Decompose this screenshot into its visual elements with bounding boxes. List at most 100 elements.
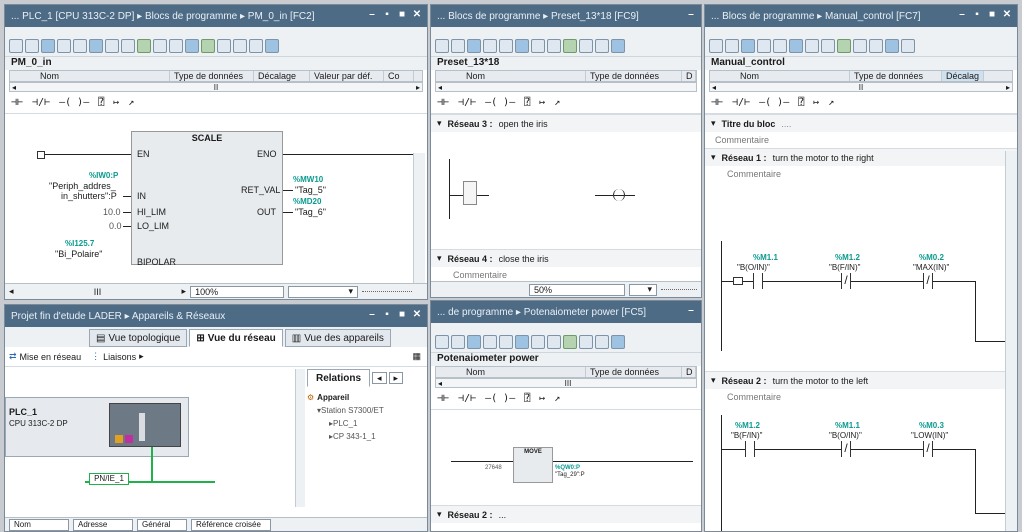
collapse-icon[interactable]: ▾ [437, 118, 442, 129]
prev-icon[interactable]: ◂ [372, 372, 387, 384]
toolbar-icon[interactable] [595, 335, 609, 349]
toolbar-icon[interactable] [467, 39, 481, 53]
scroll-left-icon[interactable]: ◂ [712, 83, 716, 92]
network-3-header[interactable]: ▾ Réseau 3 : open the iris [431, 114, 701, 132]
minimize-icon[interactable]: – [685, 304, 697, 316]
toolbar-icon[interactable] [805, 39, 819, 53]
toolbar-icon[interactable] [869, 39, 883, 53]
toolbar-icon[interactable] [901, 39, 915, 53]
scroll-left-icon[interactable]: ◂ [12, 83, 16, 92]
toolbar-icon[interactable] [579, 335, 593, 349]
n2-contact2[interactable]: / [841, 441, 851, 457]
col-nom[interactable]: Nom [436, 367, 586, 377]
box-icon[interactable]: ⍰ [524, 393, 530, 404]
subnet-label[interactable]: PN/IE_1 [89, 473, 129, 485]
block-title-placeholder[interactable]: .... [781, 119, 791, 129]
toolbar-icon[interactable] [531, 335, 545, 349]
no-contact-icon[interactable]: ⊣⊢ [437, 97, 449, 108]
network-2-header[interactable]: ▾ Réseau 2 : turn the motor to the left [705, 371, 1017, 389]
col-type[interactable]: Type de données [586, 367, 682, 377]
block-title-header[interactable]: ▾ Titre du bloc .... [705, 114, 1017, 132]
toolbar-icon[interactable] [789, 39, 803, 53]
col-nom-footer[interactable]: Nom [9, 518, 69, 531]
close-branch-icon[interactable]: ↗ [128, 97, 134, 108]
nc-contact-icon[interactable]: ⊣/⊢ [32, 97, 50, 108]
nc-contact-icon[interactable]: ⊣/⊢ [732, 97, 750, 108]
n1-contact3[interactable]: / [923, 273, 933, 289]
nc-contact-icon[interactable]: ⊣/⊢ [458, 393, 476, 404]
toolbar-icon[interactable] [611, 335, 625, 349]
maximize-icon[interactable]: ■ [396, 308, 408, 320]
scroll-right-icon[interactable]: ▸ [416, 83, 420, 92]
interface-scrollbar[interactable]: ◂ II ▸ [709, 82, 1013, 92]
col-type[interactable]: Type de données [586, 71, 682, 81]
tree-cp[interactable]: ▸ CP 343-1_1 [307, 430, 425, 443]
toolbar-icon[interactable] [725, 39, 739, 53]
minimize-icon[interactable]: – [956, 8, 968, 20]
zoom-dropdown[interactable]: ▾ [288, 285, 359, 298]
zoom-field[interactable]: 100% [190, 285, 285, 298]
toolbar-icon[interactable] [547, 335, 561, 349]
no-contact-icon[interactable]: ⊣⊢ [437, 393, 449, 404]
toolbar-icon[interactable] [435, 335, 449, 349]
n1-contact2[interactable]: / [841, 273, 851, 289]
window-titlebar[interactable]: ... PLC_1 [CPU 313C-2 DP] ▸ Blocs de pro… [5, 5, 427, 27]
block-comment[interactable]: Commentaire [705, 132, 1017, 148]
col-type[interactable]: Type de données [850, 71, 942, 81]
toolbar-icon[interactable] [741, 39, 755, 53]
toolbar-icon[interactable] [169, 39, 183, 53]
move-diagram[interactable]: MOVE 27648 %QW0:P "Tag_29":P [431, 439, 701, 499]
box-icon[interactable]: ⍰ [98, 97, 104, 108]
coil-icon[interactable]: –( )– [485, 393, 515, 404]
scroll-right-icon[interactable]: ▸ [1006, 83, 1010, 92]
no-contact-icon[interactable]: ⊣⊢ [711, 97, 723, 108]
zoom-slider[interactable] [362, 291, 413, 292]
toolbar-icon[interactable] [153, 39, 167, 53]
toolbar-icon[interactable] [611, 39, 625, 53]
col-nom[interactable]: Nom [710, 71, 850, 81]
network-2-diagram[interactable]: %M1.2 "B(F/IN)" %M1.1 "B(O/IN)" %M0.3 "L… [705, 409, 1005, 531]
interface-scrollbar[interactable]: ◂ [435, 82, 697, 92]
coil-icon[interactable]: –( )– [485, 97, 515, 108]
toolbar-icon[interactable] [563, 39, 577, 53]
open-branch-icon[interactable]: ↦ [813, 97, 819, 108]
tab-general[interactable]: Général [137, 518, 187, 531]
tree-plc[interactable]: ▸ PLC_1 [307, 417, 425, 430]
box-icon[interactable]: ⍰ [798, 97, 804, 108]
toolbar-icon[interactable] [201, 39, 215, 53]
toolbar-icon[interactable] [217, 39, 231, 53]
n1-contact1[interactable] [753, 273, 763, 289]
toolbar-icon[interactable] [137, 39, 151, 53]
maximize-icon[interactable]: ■ [986, 8, 998, 20]
tree-station[interactable]: ▾ Station S7300/ET [307, 404, 425, 417]
no-contact-icon[interactable]: ⊣⊢ [11, 97, 23, 108]
col-nom[interactable]: Nom [10, 71, 170, 81]
col-default[interactable]: Valeur par déf. [310, 71, 384, 81]
col-address-footer[interactable]: Adresse [73, 518, 133, 531]
minimize-icon[interactable]: – [685, 8, 697, 20]
vertical-scrollbar[interactable] [1005, 151, 1017, 531]
toolbar-icon[interactable] [563, 335, 577, 349]
interface-scrollbar[interactable]: ◂ II ▸ [9, 82, 423, 92]
close-icon[interactable]: ✕ [411, 308, 423, 320]
toolbar-icon[interactable] [547, 39, 561, 53]
dropdown-icon[interactable]: ▸ [139, 351, 144, 362]
network-3-diagram[interactable] [445, 159, 695, 239]
zoom-dropdown[interactable]: ▾ [629, 283, 657, 296]
toolbar-icon[interactable] [73, 39, 87, 53]
col-offset[interactable]: Décalag [942, 71, 984, 81]
tools-icon[interactable]: ▦ [412, 351, 421, 362]
restore-icon[interactable]: ▪ [381, 308, 393, 320]
toolbar-icon[interactable] [57, 39, 71, 53]
vertical-scrollbar[interactable] [413, 153, 425, 293]
col-offset[interactable]: Décalage [254, 71, 310, 81]
tab-devices[interactable]: ▥ Vue des appareils [284, 329, 391, 347]
coil-icon[interactable]: –( )– [59, 97, 89, 108]
window-titlebar[interactable]: ... de programme ▸ Potenaiometer power [… [431, 301, 701, 323]
open-branch-icon[interactable]: ↦ [113, 97, 119, 108]
tree-root[interactable]: ⚙ Appareil [307, 391, 425, 404]
maximize-icon[interactable]: ■ [396, 8, 408, 20]
close-icon[interactable]: ✕ [411, 8, 423, 20]
network-1-comment[interactable]: Commentaire [705, 166, 1017, 182]
mise-en-reseau-button[interactable]: ⇄ Mise en réseau [9, 351, 81, 362]
